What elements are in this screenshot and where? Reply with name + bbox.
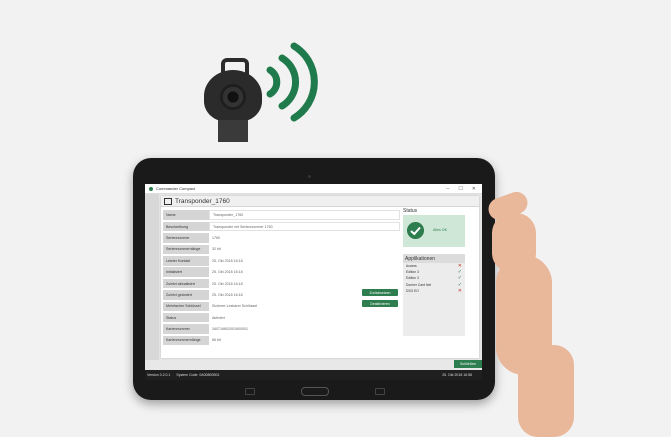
field-row: Status Aktiviert — [163, 312, 400, 323]
recent-apps-icon[interactable] — [375, 387, 385, 395]
field-row-name: Name Transponder_1760 — [163, 210, 400, 220]
application-name: Edition 3 — [406, 270, 419, 275]
field-value: 25. Okt 2018 16:18 — [212, 270, 243, 275]
minimize-button[interactable]: – — [447, 186, 450, 192]
wrist — [518, 345, 574, 437]
back-icon[interactable] — [245, 387, 255, 395]
wireless-signal-icon — [266, 42, 318, 122]
field-label: Zuletzt geändert — [163, 290, 209, 300]
datetime-text: 25. Okt 2018 16:58 — [442, 373, 472, 377]
window-controls: – ☐ ✕ — [447, 186, 476, 192]
maximize-button[interactable]: ☐ — [458, 186, 462, 192]
status-header: Status — [403, 208, 418, 214]
status-bar: Version 3.2.0.1 System Code: 0A00800B01 … — [145, 370, 482, 380]
product-scene: Commander Compact – ☐ ✕ Transponder_1760… — [0, 0, 671, 437]
name-field[interactable]: Transponder_1760 — [209, 210, 400, 220]
deactivate-button[interactable]: Deaktivieren — [362, 300, 398, 307]
reader-clip — [218, 120, 248, 142]
field-label: Initialisiert — [163, 267, 209, 277]
status-box: Alles OK — [403, 215, 465, 247]
transponder-dialog: Transponder_1760 Name Transponder_1760 B… — [161, 196, 482, 368]
field-label: Seriennummer — [163, 233, 209, 243]
property-list: Name Transponder_1760 Beschreibung Trans… — [163, 210, 400, 347]
field-row: Letzter Kontakt 25. Okt 2018 16:18 — [163, 256, 400, 266]
sidebar — [145, 194, 159, 360]
cross-icon: ✕ — [457, 263, 462, 270]
field-value: Aktiviert — [212, 315, 225, 320]
field-value: 25. Okt 2018 16:18 — [212, 258, 243, 263]
field-value: 32 bit — [212, 247, 221, 252]
document-icon — [164, 197, 172, 205]
field-row: Zuletzt aktualisiert 25. Okt 2018 16:18 — [163, 278, 400, 289]
application-name: Edition 3 — [406, 276, 419, 281]
status-panel: Status Alles OK — [403, 208, 465, 248]
field-value: 1760 — [212, 235, 220, 240]
application-name: Access — [406, 264, 417, 269]
hand-holding-tablet — [470, 188, 600, 437]
home-button[interactable] — [301, 386, 329, 396]
cross-icon: ✕ — [457, 287, 462, 294]
field-row: Kartennummernlänge 56 bit — [163, 335, 400, 346]
checkmark-icon: ✓ — [457, 275, 462, 282]
field-label: Letzter Kontakt — [163, 256, 209, 266]
checkmark-icon: ✓ — [457, 281, 462, 288]
version-text: Version 3.2.0.1 — [147, 373, 171, 377]
dialog-title: Transponder_1760 — [175, 197, 230, 205]
application-item: DSG EO ✕ — [403, 288, 465, 294]
field-label: Kartennummer — [163, 324, 209, 334]
field-label: Kartennummernlänge — [163, 335, 209, 346]
field-row: Initialisiert 25. Okt 2018 16:18 — [163, 267, 400, 277]
app-logo-icon — [149, 186, 153, 191]
tablet-device: Commander Compact – ☐ ✕ Transponder_1760… — [133, 158, 495, 400]
system-code-text: System Code: 0A00800B01 — [176, 373, 220, 377]
field-row: Seriennummernlänge 32 bit — [163, 244, 400, 255]
tablet-camera — [308, 165, 318, 196]
tablet-navbar — [245, 386, 385, 396]
field-row: Kartennummer 160716602001800001 — [163, 324, 400, 334]
field-value: 160716602001800001 — [212, 327, 248, 332]
window-titlebar: Commander Compact – ☐ ✕ — [145, 184, 482, 194]
field-label: Status — [163, 312, 209, 323]
close-button[interactable]: ✕ — [472, 186, 476, 192]
field-label: Zuletzt aktualisiert — [163, 278, 209, 289]
check-circle-icon — [407, 222, 424, 239]
field-label: Beschreibung — [163, 221, 209, 232]
field-value: 25. Okt 2018 16:18 — [212, 281, 243, 286]
application-name: Dormer Card Net — [406, 282, 432, 287]
field-row-description: Beschreibung Transponder mit Seriennumme… — [163, 221, 400, 232]
field-row: Seriennummer 1760 — [163, 233, 400, 243]
application-name: DSG EO — [406, 288, 419, 293]
status-text: Alles OK — [433, 228, 447, 232]
description-field[interactable]: Transponder mit Seriennummer 1760 — [209, 221, 400, 232]
field-label: Name — [163, 210, 209, 220]
checkmark-icon: ✓ — [457, 269, 462, 276]
dialog-header: Transponder_1760 — [161, 196, 479, 207]
field-value: 56 bit — [212, 338, 221, 343]
app-screen: Commander Compact – ☐ ✕ Transponder_1760… — [145, 184, 482, 380]
card-reader-device — [204, 58, 262, 142]
window-title: Commander Compact — [156, 186, 196, 191]
applications-panel: Applikationen Access ✕ Edition 3 ✓ Editi… — [403, 254, 465, 336]
field-label: Seriennummernlänge — [163, 244, 209, 255]
reset-button[interactable]: Zurücksetzen — [362, 289, 398, 296]
reader-grille — [220, 84, 246, 110]
field-label: Mehrfacher Schlüssel — [163, 301, 209, 312]
applications-header: Applikationen — [403, 254, 465, 263]
